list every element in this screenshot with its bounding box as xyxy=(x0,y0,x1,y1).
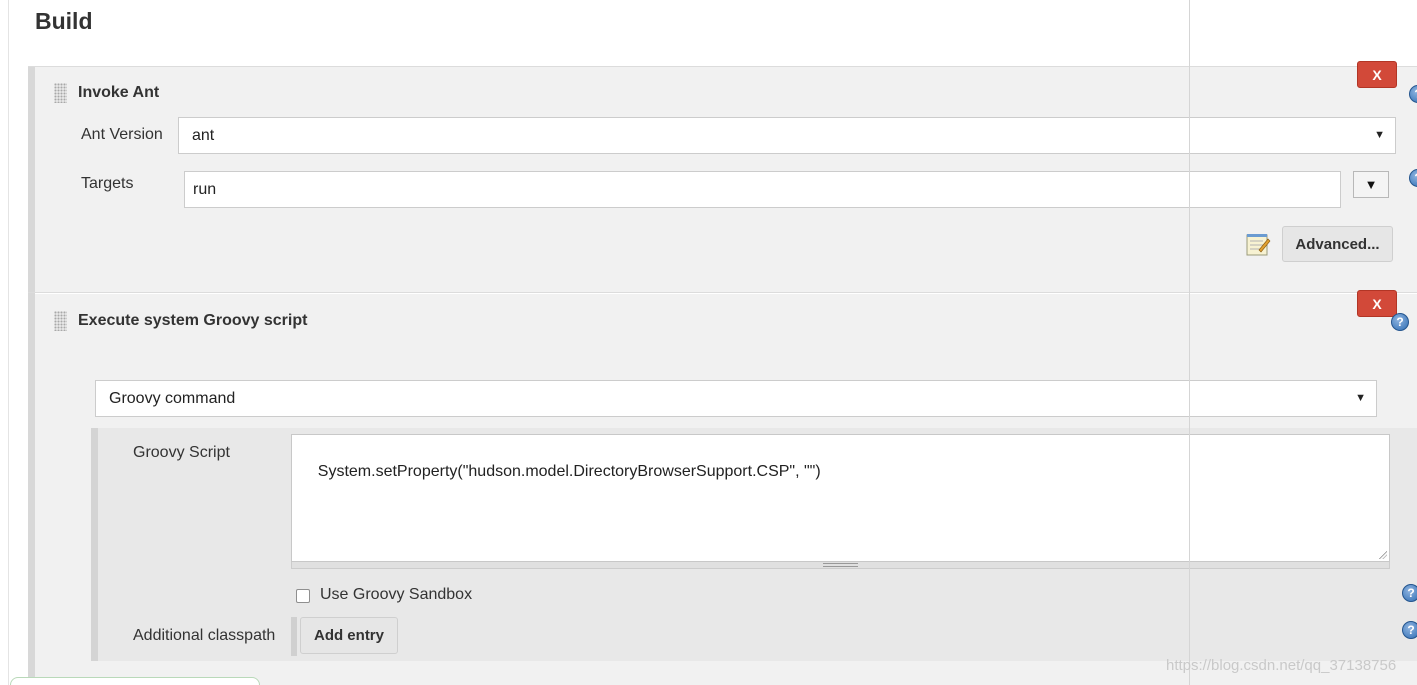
ant-version-label: Ant Version xyxy=(81,126,163,143)
groovy-command-select[interactable]: Groovy command ▼ xyxy=(95,380,1377,417)
watermark-text: https://blog.csdn.net/qq_37138756 xyxy=(1166,657,1397,674)
groovy-script-textarea[interactable]: System.setProperty("hudson.model.Directo… xyxy=(291,434,1390,562)
page-left-border xyxy=(8,0,9,685)
targets-label: Targets xyxy=(81,175,134,192)
targets-input[interactable]: run xyxy=(184,171,1341,208)
chevron-down-icon: ▼ xyxy=(1374,129,1385,141)
delete-invoke-ant-button[interactable]: X xyxy=(1357,61,1397,88)
advanced-button[interactable]: Advanced... xyxy=(1282,226,1393,262)
chevron-down-icon: ▼ xyxy=(1355,392,1366,404)
ant-version-select[interactable]: ant ▼ xyxy=(178,117,1396,154)
right-column-top xyxy=(1190,0,1417,66)
help-icon[interactable]: ? xyxy=(1402,584,1417,602)
ant-version-value: ant xyxy=(192,126,215,144)
use-groovy-sandbox-checkbox[interactable] xyxy=(296,589,310,603)
targets-value: run xyxy=(193,180,217,198)
help-icon[interactable]: ? xyxy=(1402,621,1417,639)
drag-handle-icon[interactable] xyxy=(54,311,67,331)
drag-handle-icon[interactable] xyxy=(54,83,67,103)
delete-groovy-step-button[interactable]: X xyxy=(1357,290,1397,317)
expand-targets-button[interactable]: ▼ xyxy=(1353,171,1389,198)
resize-corner-icon[interactable] xyxy=(1379,551,1387,559)
step-title: Execute system Groovy script xyxy=(78,312,308,329)
additional-classpath-label: Additional classpath xyxy=(133,627,276,644)
build-config-page: Build Invoke Ant Ant Version ant ▼ Targe… xyxy=(0,0,1417,685)
add-entry-button[interactable]: Add entry xyxy=(300,617,398,654)
groovy-script-value: System.setProperty("hudson.model.Directo… xyxy=(317,463,821,480)
grip-icon xyxy=(823,563,858,567)
groovy-command-value: Groovy command xyxy=(109,389,236,407)
help-icon[interactable]: ? xyxy=(1391,313,1409,331)
groovy-script-label: Groovy Script xyxy=(133,444,230,461)
invoke-ant-step: Invoke Ant Ant Version ant ▼ Targets run… xyxy=(28,66,1417,292)
section-title: Build xyxy=(35,8,93,34)
column-divider xyxy=(1189,0,1190,685)
textarea-resize-bar[interactable] xyxy=(291,562,1390,569)
bottom-save-bar xyxy=(10,677,260,685)
notepad-icon xyxy=(1246,234,1271,256)
use-groovy-sandbox-label: Use Groovy Sandbox xyxy=(320,586,473,603)
classpath-indent-bar xyxy=(291,617,297,656)
step-title: Invoke Ant xyxy=(78,84,160,101)
